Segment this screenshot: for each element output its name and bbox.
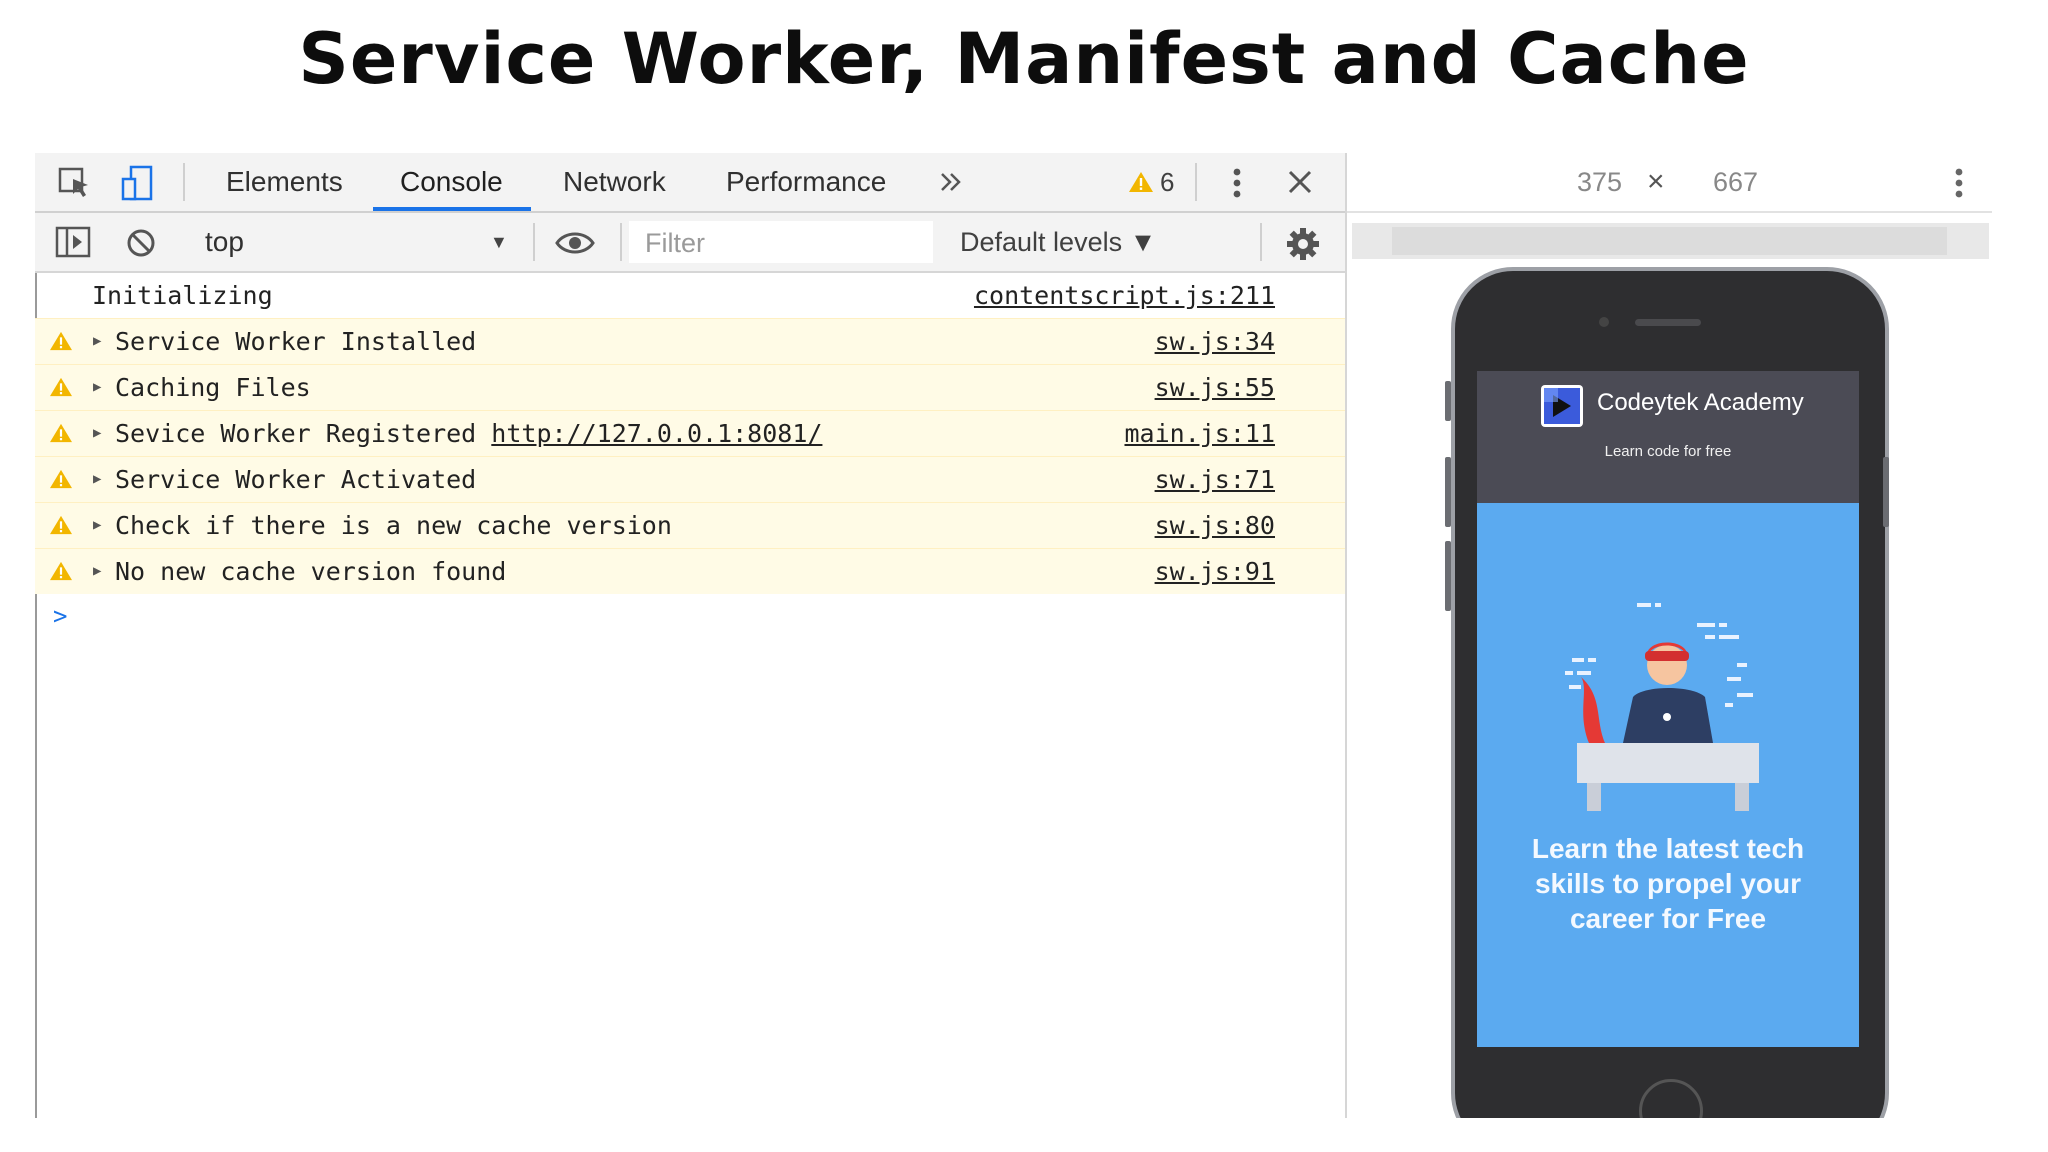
warning-count: 6: [1160, 167, 1175, 197]
kebab-menu-icon[interactable]: [1222, 163, 1252, 203]
device-width-input[interactable]: 375: [1577, 153, 1622, 211]
message-text: Initializing: [92, 281, 273, 310]
console-prompt-icon: >: [53, 602, 68, 630]
log-levels-dropdown[interactable]: Default levels ▼: [960, 213, 1156, 271]
message-text: Service Worker Activated: [115, 465, 477, 494]
toolbar-separator: [533, 223, 535, 261]
sidebar-toggle-icon[interactable]: [53, 223, 93, 261]
phone-side-button: [1883, 457, 1889, 527]
warning-icon: [1129, 172, 1153, 192]
dimension-times-icon: ×: [1647, 165, 1665, 198]
tab-elements[interactable]: Elements: [226, 153, 343, 211]
media-query-ruler[interactable]: [1352, 223, 1989, 259]
expand-triangle-icon[interactable]: ▶: [93, 365, 101, 410]
expand-triangle-icon[interactable]: ▶: [93, 319, 101, 364]
message-text: No new cache version found: [115, 557, 507, 586]
hero-heading: Learn the latest tech skills to propel y…: [1531, 833, 1805, 934]
console-messages: Initializing contentscript.js:211 ▶ Serv…: [35, 273, 1345, 638]
warning-icon: [50, 377, 72, 397]
inspect-element-icon[interactable]: [55, 163, 95, 203]
console-warning: ▶ Service Worker Installed sw.js:34: [35, 318, 1345, 364]
device-toolbar-icon[interactable]: [115, 161, 159, 205]
phone-side-button: [1445, 457, 1451, 527]
console-warning: ▶ Caching Files sw.js:55: [35, 364, 1345, 410]
message-text: Caching Files: [115, 373, 311, 402]
phone-side-button: [1445, 541, 1451, 611]
close-icon[interactable]: [1283, 165, 1317, 199]
warning-icon: [50, 469, 72, 489]
phone-camera: [1599, 317, 1609, 327]
console-warning: ▶ Service Worker Activated sw.js:71: [35, 456, 1345, 502]
developer-illustration: [1565, 603, 1759, 811]
message-text: Check if there is a new cache version: [115, 511, 672, 540]
source-link[interactable]: sw.js:55: [1155, 365, 1275, 410]
device-emulation-pane: 375 × 667 Codeytek Academy Learn code fo…: [1347, 153, 1992, 1118]
app-tagline: Learn code for free: [1604, 443, 1732, 460]
phone-screen: Codeytek Academy Learn code for free Lea…: [1477, 371, 1859, 1047]
console-message: Initializing contentscript.js:211: [35, 273, 1345, 318]
toolbar-separator: [1260, 223, 1262, 261]
phone-mockup: Codeytek Academy Learn code for free Lea…: [1445, 267, 1889, 1118]
chevron-down-icon[interactable]: ▼: [490, 213, 508, 271]
tab-console[interactable]: Console: [400, 153, 503, 211]
toolbar-separator: [1195, 163, 1197, 201]
message-text: Service Worker Installed: [115, 327, 477, 356]
registered-url-link[interactable]: http://127.0.0.1:8081/: [491, 419, 822, 448]
tab-network[interactable]: Network: [563, 153, 666, 211]
filter-box: [629, 221, 933, 265]
console-warning: ▶ No new cache version found sw.js:91: [35, 548, 1345, 594]
phone-home-button[interactable]: [1639, 1079, 1703, 1118]
execution-context-select[interactable]: top: [205, 213, 244, 271]
source-link[interactable]: contentscript.js:211: [974, 273, 1275, 318]
app-hero: Learn the latest tech skills to propel y…: [1477, 503, 1859, 1047]
message-text: Sevice Worker Registered http://127.0.0.…: [115, 419, 823, 448]
console-warning: ▶ Check if there is a new cache version …: [35, 502, 1345, 548]
source-link[interactable]: sw.js:91: [1155, 549, 1275, 594]
expand-triangle-icon[interactable]: ▶: [93, 503, 101, 548]
expand-triangle-icon[interactable]: ▶: [93, 457, 101, 502]
toolbar-separator: [183, 163, 185, 201]
source-link[interactable]: sw.js:71: [1155, 457, 1275, 502]
filter-input[interactable]: [643, 221, 927, 265]
warning-icon: [50, 561, 72, 581]
tab-performance[interactable]: Performance: [726, 153, 886, 211]
app-logo[interactable]: [1541, 385, 1583, 427]
phone-speaker: [1635, 319, 1701, 326]
slide-title: Service Worker, Manifest and Cache: [298, 18, 1750, 100]
clear-console-icon[interactable]: [123, 225, 159, 261]
browser-frame: Elements Console Network Performance 6 t…: [35, 153, 1992, 1118]
source-link[interactable]: sw.js:80: [1155, 503, 1275, 548]
eye-icon[interactable]: [554, 225, 596, 261]
source-link[interactable]: sw.js:34: [1155, 319, 1275, 364]
gear-icon[interactable]: [1284, 225, 1322, 263]
warning-icon: [50, 331, 72, 351]
app-header: Codeytek Academy Learn code for free: [1477, 371, 1859, 503]
source-link[interactable]: main.js:11: [1124, 411, 1275, 456]
phone-side-button: [1445, 381, 1451, 421]
app-name[interactable]: Codeytek Academy: [1597, 389, 1804, 417]
toolbar-separator: [620, 223, 622, 261]
expand-triangle-icon[interactable]: ▶: [93, 411, 101, 456]
devtools-tab-bar: Elements Console Network Performance 6: [35, 153, 1345, 213]
expand-triangle-icon[interactable]: ▶: [93, 549, 101, 594]
device-height-input[interactable]: 667: [1713, 153, 1758, 211]
active-tab-indicator: [373, 207, 531, 211]
devtools-panel: Elements Console Network Performance 6 t…: [35, 153, 1347, 1118]
console-warning: ▶ Sevice Worker Registered http://127.0.…: [35, 410, 1345, 456]
warning-icon: [50, 423, 72, 443]
device-options-kebab-icon[interactable]: [1947, 163, 1971, 203]
console-prompt-row[interactable]: >: [35, 594, 1345, 638]
more-tabs-chevron-icon[interactable]: [935, 167, 967, 197]
warning-icon: [50, 515, 72, 535]
warning-counter[interactable]: 6: [1128, 153, 1174, 211]
device-dimensions-bar: 375 × 667: [1347, 153, 1992, 213]
